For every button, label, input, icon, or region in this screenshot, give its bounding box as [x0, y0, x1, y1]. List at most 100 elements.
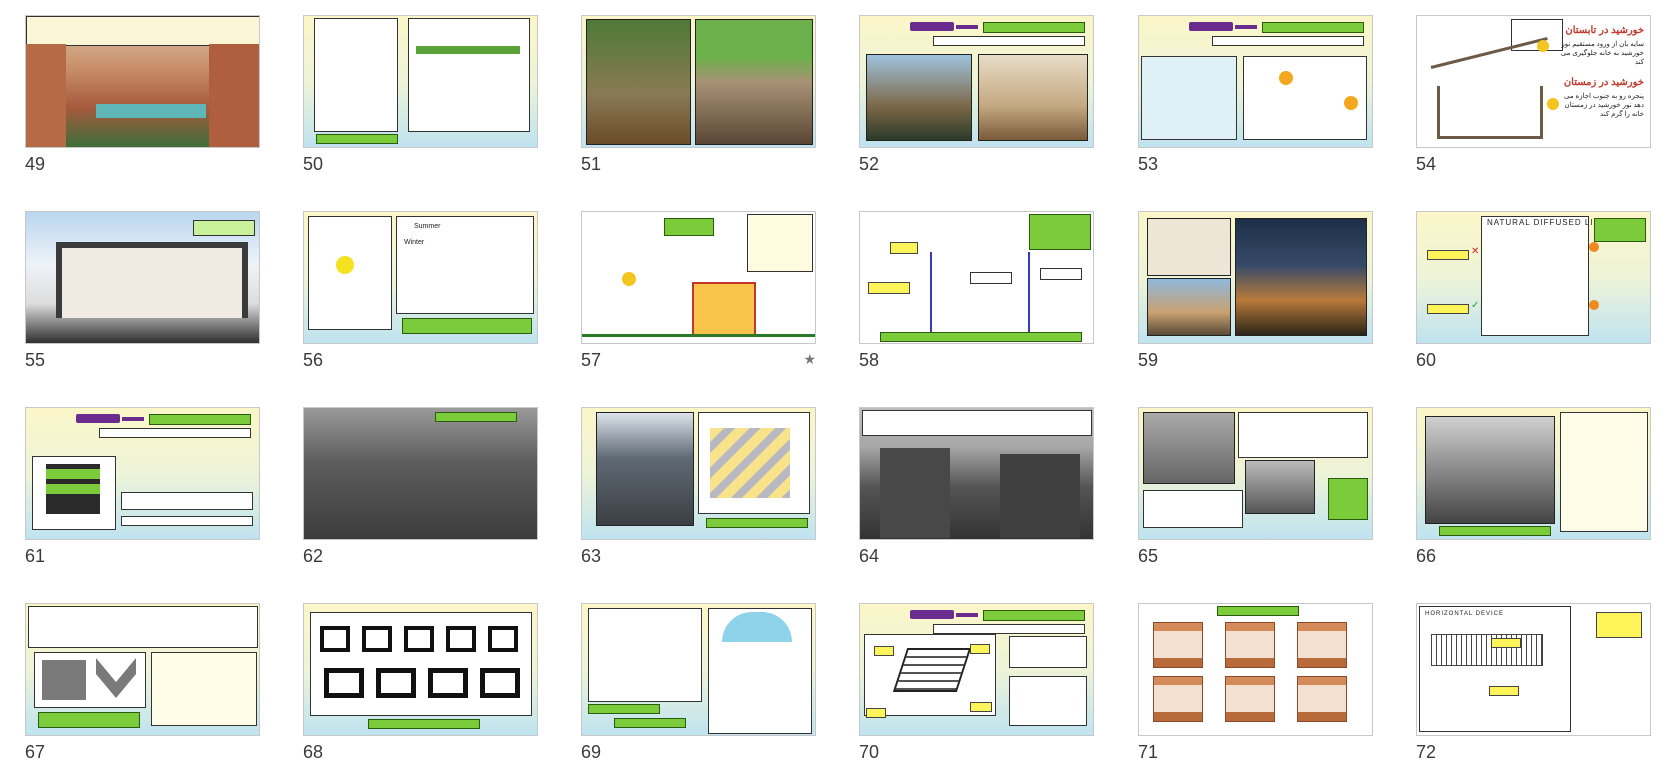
caption-bar	[402, 318, 532, 334]
stepped-shape	[46, 464, 100, 514]
building-shape	[1000, 454, 1080, 538]
caption-bar	[368, 719, 480, 729]
text-box	[1238, 412, 1368, 458]
slide-thumbnail[interactable]	[1416, 407, 1651, 540]
slide-number: 54	[1416, 154, 1437, 174]
label-tag	[970, 644, 990, 654]
slide-thumbnail[interactable]	[25, 407, 260, 540]
label-box	[664, 218, 714, 236]
diffused-light-diagram	[1481, 216, 1589, 336]
sun-icon	[1589, 242, 1599, 252]
label-tag	[866, 708, 886, 718]
slide-thumbnail[interactable]: خورشید در تابستان سایه بان از ورود مستقیم…	[1416, 15, 1651, 148]
slide-number: 66	[1416, 546, 1437, 566]
building-block-icon	[488, 626, 518, 652]
slide-thumbnail[interactable]	[303, 15, 538, 148]
slide-thumbnail[interactable]	[25, 603, 260, 736]
label-box	[1328, 478, 1368, 520]
wall-line	[930, 252, 932, 332]
building-block-icon	[362, 626, 392, 652]
sun-angle-plot	[308, 216, 392, 330]
building-shape	[880, 448, 950, 538]
slide-number: 61	[25, 546, 46, 566]
slide-number: 50	[303, 154, 324, 174]
slide-thumbnail[interactable]	[1138, 211, 1373, 344]
arrow-icon	[1235, 25, 1257, 29]
caption-bar	[316, 134, 398, 144]
label-tag	[874, 646, 894, 656]
shading-device-icon	[1153, 676, 1203, 722]
text-box	[747, 214, 813, 272]
slide-thumbnail[interactable]	[1138, 603, 1373, 736]
slide-thumbnail-cell: 63	[581, 407, 816, 587]
slide-thumbnail-cell: 69	[581, 603, 816, 783]
louver-grid	[1431, 634, 1543, 666]
slide-thumbnail-cell: 62	[303, 407, 538, 587]
caption-box	[933, 624, 1085, 634]
slide-thumbnail[interactable]: Summer Winter	[303, 211, 538, 344]
slide-thumbnail[interactable]	[581, 407, 816, 540]
slide-thumbnail-cell: 68	[303, 603, 538, 783]
photo-garden	[586, 19, 691, 145]
slide-number: 64	[859, 546, 880, 566]
caption-bar	[435, 412, 517, 422]
text-box	[28, 606, 258, 648]
slide-thumbnail[interactable]	[859, 603, 1094, 736]
slide-thumbnail[interactable]	[859, 211, 1094, 344]
slide-thumbnail-cell: 65	[1138, 407, 1373, 587]
slide-thumbnail[interactable]	[581, 15, 816, 148]
building-block-icon	[404, 626, 434, 652]
label-tag	[970, 702, 992, 712]
slide-thumbnail[interactable]: NATURAL DIFFUSED LIGHT ✕ ✓	[1416, 211, 1651, 344]
wall-line	[1028, 252, 1030, 332]
slide-thumbnail-cell: Summer Winter 56	[303, 211, 538, 391]
house-shape	[692, 282, 756, 336]
animation-star-icon: ★	[803, 351, 816, 367]
building-block-icon	[480, 668, 520, 698]
slide-thumbnail[interactable]	[581, 603, 816, 736]
slide-thumbnail[interactable]	[303, 407, 538, 540]
slide-thumbnail[interactable]	[303, 603, 538, 736]
caption-bar	[588, 704, 660, 714]
slide-thumbnail[interactable]	[25, 211, 260, 344]
text-box	[862, 410, 1092, 436]
slide-thumbnail[interactable]	[859, 407, 1094, 540]
caption-bar	[614, 718, 686, 728]
slide-thumbnail-cell: 71	[1138, 603, 1373, 783]
slide-thumbnail-cell: 58	[859, 211, 1094, 391]
shading-device-icon	[1225, 622, 1275, 668]
slide-thumbnail[interactable]: HORIZONTAL DEVICE	[1416, 603, 1651, 736]
house-section	[56, 242, 248, 318]
title-box	[1594, 218, 1646, 242]
device-drawing	[1419, 606, 1571, 732]
shading-device-icon	[1225, 676, 1275, 722]
title-box	[1029, 214, 1091, 250]
caption-bar	[38, 712, 140, 728]
slide-thumbnail[interactable]	[1138, 15, 1373, 148]
slide-thumbnail-cell: 61	[25, 407, 260, 587]
slide-thumbnail-cell: 59	[1138, 211, 1373, 391]
label-box	[1040, 268, 1082, 280]
photo-street	[1143, 412, 1235, 484]
label-tag	[1427, 304, 1469, 314]
diagram-heading: HORIZONTAL DEVICE	[1425, 611, 1505, 617]
slide-thumbnail[interactable]	[859, 15, 1094, 148]
slide-thumbnail[interactable]	[581, 211, 816, 344]
slide-number: 69	[581, 742, 602, 762]
slide-number: 59	[1138, 350, 1159, 370]
caption-box	[1212, 36, 1364, 46]
shading-device-icon	[1297, 622, 1347, 668]
winter-label: Winter	[404, 239, 425, 246]
building-block-icon	[428, 668, 468, 698]
label-tag	[890, 242, 918, 254]
winter-text: پنجره رو به جنوب اجازه می دهد نور خورشید…	[1564, 93, 1644, 118]
slide-title-bar	[1262, 22, 1364, 33]
sun-icon	[1279, 71, 1293, 85]
slide-thumbnail-cell: 50	[303, 15, 538, 195]
slide-thumbnail[interactable]	[25, 15, 260, 148]
slide-thumbnail[interactable]	[1138, 407, 1373, 540]
ground-line	[582, 334, 815, 337]
caption-bar	[880, 332, 1082, 342]
slide-number: 51	[581, 154, 602, 174]
section-tag	[910, 610, 954, 619]
